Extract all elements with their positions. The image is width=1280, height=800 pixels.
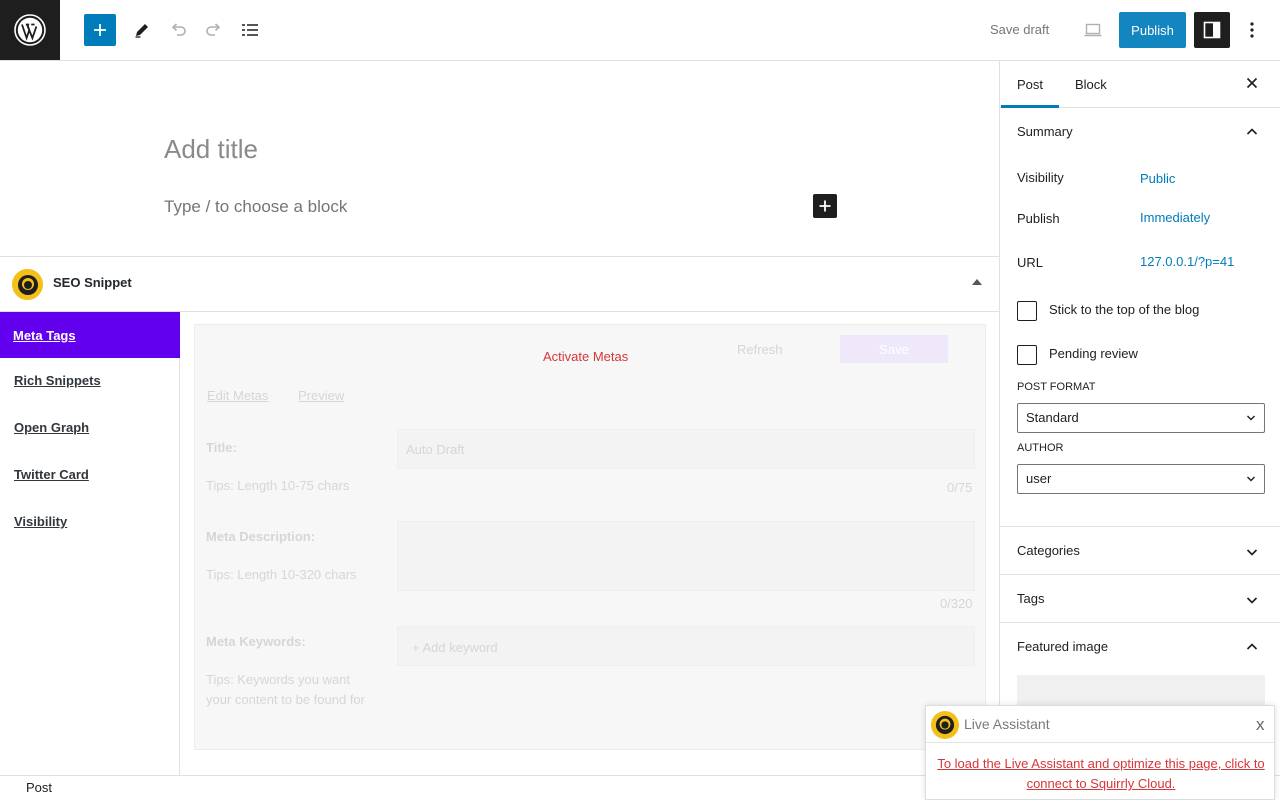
tab-edit-metas[interactable]: Edit Metas — [207, 388, 268, 403]
chevron-down-icon — [1247, 476, 1255, 482]
live-assistant-title: Live Assistant — [964, 716, 1050, 732]
editor-canvas: Add title Type / to choose a block — [0, 61, 999, 256]
chevron-down-icon[interactable] — [1245, 593, 1259, 607]
chevron-down-icon[interactable] — [1245, 545, 1259, 559]
chevron-down-icon — [1247, 415, 1255, 421]
url-label: URL — [1017, 255, 1044, 270]
author-label: AUTHOR — [1017, 442, 1064, 454]
tags-panel-toggle[interactable]: Tags — [1017, 591, 1044, 606]
seo-snippet-title: SEO Snippet — [53, 275, 132, 290]
plus-icon — [94, 24, 106, 36]
chevron-up-icon[interactable] — [1245, 125, 1259, 139]
stick-to-top-checkbox[interactable] — [1017, 301, 1037, 321]
close-icon[interactable] — [1244, 75, 1260, 91]
tab-preview[interactable]: Preview — [298, 388, 344, 403]
connect-squirrly-cloud-link[interactable]: To load the Live Assistant and optimize … — [934, 754, 1268, 794]
post-format-selected: Standard — [1026, 410, 1079, 425]
featured-image-panel-toggle[interactable]: Featured image — [1017, 639, 1108, 654]
tab-post[interactable]: Post — [1017, 77, 1043, 92]
meta-title-placeholder: Auto Draft — [406, 442, 465, 457]
meta-title-input[interactable]: Auto Draft — [397, 429, 975, 469]
wordpress-icon — [14, 14, 46, 46]
editor-header: Save draft Publish — [0, 0, 1280, 61]
redo-icon — [206, 23, 221, 36]
author-select[interactable]: user — [1017, 464, 1265, 494]
seo-nav-item-open-graph[interactable]: Open Graph — [14, 420, 89, 435]
live-assistant-header: Live Assistant x — [926, 706, 1274, 743]
seo-save-button[interactable]: Save — [840, 335, 948, 363]
meta-keywords-tip-line1: Tips: Keywords you want — [206, 672, 351, 687]
block-appender[interactable]: Type / to choose a block — [164, 197, 347, 217]
meta-description-label: Meta Description: — [206, 529, 316, 544]
tab-active-indicator — [1001, 105, 1059, 108]
squirrly-logo-icon — [931, 711, 959, 739]
inline-add-block-button[interactable] — [813, 194, 837, 218]
undo-button[interactable] — [160, 12, 196, 48]
redo-button[interactable] — [196, 12, 232, 48]
undo-icon — [171, 23, 186, 36]
seo-snippet-metabox-header[interactable]: SEO Snippet — [0, 256, 999, 312]
list-view-icon — [242, 24, 258, 36]
document-overview-button[interactable] — [232, 12, 268, 48]
categories-panel-toggle[interactable]: Categories — [1017, 543, 1080, 558]
refresh-button[interactable]: Refresh — [737, 342, 783, 357]
seo-nav-item-meta-tags[interactable]: Meta Tags — [0, 312, 180, 358]
save-draft-button[interactable]: Save draft — [990, 22, 1049, 37]
wordpress-logo-button[interactable] — [0, 0, 60, 60]
live-assistant-widget: Live Assistant x To load the Live Assist… — [925, 705, 1275, 800]
visibility-label: Visibility — [1017, 170, 1064, 185]
meta-description-tip: Tips: Length 10-320 chars — [206, 567, 357, 582]
seo-nav-label[interactable]: Meta Tags — [13, 328, 76, 343]
publish-label: Publish — [1017, 211, 1060, 226]
meta-keywords-input[interactable]: + Add keyword — [397, 626, 975, 666]
pending-review-label[interactable]: Pending review — [1049, 346, 1138, 361]
stick-to-top-label[interactable]: Stick to the top of the blog — [1049, 302, 1199, 317]
post-format-select[interactable]: Standard — [1017, 403, 1265, 433]
sidebar-tabs: Post Block — [1000, 61, 1280, 108]
block-breadcrumb[interactable]: Post — [26, 780, 52, 795]
laptop-preview-icon — [1084, 23, 1102, 37]
seo-nav-item-visibility[interactable]: Visibility — [14, 514, 67, 529]
meta-description-counter: 0/320 — [940, 596, 973, 611]
pencil-icon — [135, 24, 148, 38]
publish-date-button[interactable]: Immediately — [1140, 210, 1210, 225]
seo-snippet-nav: Meta Tags Rich Snippets Open Graph Twitt… — [0, 312, 180, 775]
tools-button[interactable] — [124, 12, 160, 48]
seo-nav-item-twitter-card[interactable]: Twitter Card — [14, 467, 89, 482]
post-title-input[interactable]: Add title — [164, 134, 258, 165]
squirrly-logo-icon — [12, 269, 43, 300]
meta-title-tip: Tips: Length 10-75 chars — [206, 478, 350, 493]
preview-button[interactable] — [1075, 12, 1111, 48]
chevron-up-icon[interactable] — [1245, 640, 1259, 654]
add-block-button[interactable] — [84, 14, 116, 46]
activate-metas-link[interactable]: Activate Metas — [543, 349, 628, 364]
summary-panel-toggle[interactable]: Summary — [1017, 124, 1073, 139]
divider — [1000, 574, 1280, 575]
meta-keywords-tip-line2: your content to be found for — [206, 692, 365, 707]
seo-meta-tags-panel: Activate Metas Refresh Save Edit Metas P… — [194, 324, 986, 750]
post-format-label: POST FORMAT — [1017, 381, 1096, 393]
meta-title-label: Title: — [206, 440, 237, 455]
plus-icon — [819, 200, 831, 212]
author-selected: user — [1026, 471, 1052, 486]
metabox-toggle-icon[interactable] — [972, 279, 982, 285]
settings-toggle-button[interactable] — [1194, 12, 1230, 48]
more-options-icon — [1250, 22, 1254, 38]
divider — [1000, 622, 1280, 623]
divider — [1000, 526, 1280, 527]
publish-button[interactable]: Publish — [1119, 12, 1186, 48]
add-keyword-placeholder: + Add keyword — [412, 640, 498, 655]
tab-block[interactable]: Block — [1075, 77, 1107, 92]
sidebar-toggle-icon — [1203, 21, 1221, 39]
meta-title-counter: 0/75 — [947, 480, 973, 495]
pending-review-checkbox[interactable] — [1017, 345, 1037, 365]
url-value-button[interactable]: 127.0.0.1/?p=41 — [1140, 254, 1234, 269]
visibility-value-button[interactable]: Public — [1140, 171, 1175, 186]
meta-keywords-label: Meta Keywords: — [206, 634, 306, 649]
meta-description-input[interactable] — [397, 521, 975, 591]
seo-nav-item-rich-snippets[interactable]: Rich Snippets — [14, 373, 101, 388]
options-button[interactable] — [1234, 12, 1270, 48]
settings-sidebar: Post Block Summary Visibility Public Pub… — [999, 61, 1280, 775]
live-assistant-close-button[interactable]: x — [1256, 715, 1265, 735]
